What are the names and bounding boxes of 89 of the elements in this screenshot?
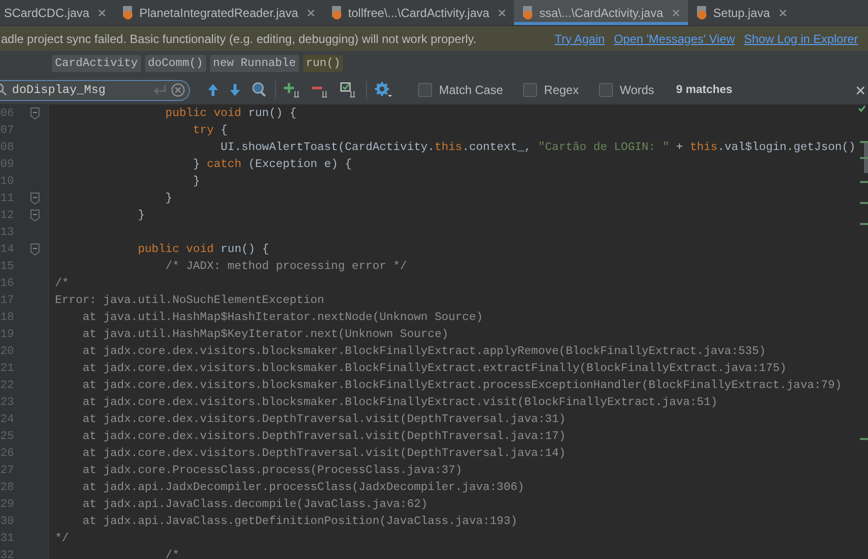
fold-icon[interactable] <box>30 243 40 256</box>
change-marker[interactable] <box>860 223 868 225</box>
notification-link[interactable]: Open 'Messages' View <box>614 32 735 46</box>
code-text: at jadx.core.dex.visitors.DepthTraversal.visit(DepthTraversal.java:31) <box>82 413 566 426</box>
fold-icon[interactable] <box>30 192 40 205</box>
code-text: run() { <box>220 243 269 256</box>
option-label[interactable]: Regex <box>544 83 579 97</box>
code-text: public void <box>138 243 214 256</box>
option-label[interactable]: Words <box>620 83 654 97</box>
code-text: at jadx.api.JadxDecompiler.processClass(JadxDecompiler.java:306) <box>82 481 524 494</box>
code-text: (Exception e) { <box>248 158 352 171</box>
gear-icon[interactable] <box>375 82 393 98</box>
file-tab[interactable]: ssa\...\CardActivity.java <box>514 0 688 25</box>
code-text: + <box>676 141 684 154</box>
code-text: /* <box>55 277 69 290</box>
notification-text: adle project sync failed. Basic functionality (e.g. editing, debugging) will not work properly. <box>1 32 476 46</box>
code-text: at jadx.core.dex.visitors.DepthTraversal.visit(DepthTraversal.java:14) <box>82 447 566 460</box>
code-text: Error: java.util.NoSuchElementException <box>55 294 324 307</box>
breadcrumb[interactable]: run() <box>302 55 344 72</box>
close-icon[interactable] <box>856 86 865 94</box>
code-text: UI.showAlertToast(CardActivity. <box>220 141 435 154</box>
match-count: 9 matches <box>676 84 732 96</box>
code-text: at jadx.core.dex.visitors.blocksmaker.BlockFinallyExtract.applyRemove(BlockFinallyExtract.java:535) <box>82 345 766 358</box>
fold-icon[interactable] <box>30 209 40 222</box>
fold-icon[interactable] <box>30 107 40 120</box>
change-marker[interactable] <box>860 438 868 440</box>
code-text: at java.util.HashMap$KeyIterator.next(Unknown Source) <box>82 328 448 341</box>
code-text: } <box>193 175 200 188</box>
code-text: at jadx.core.dex.visitors.blocksmaker.BlockFinallyExtract.processExceptionHandler(BlockFinallyExtract.java:79) <box>82 379 842 392</box>
change-marker[interactable] <box>860 202 868 204</box>
file-tab[interactable]: Setup.java <box>688 0 795 25</box>
arrow-up-icon[interactable] <box>207 82 219 98</box>
code-text: } <box>165 192 172 205</box>
select-all-icon[interactable] <box>340 82 358 98</box>
code-text: .val$login.getJson() <box>718 141 856 154</box>
code-text: at jadx.core.dex.visitors.blocksmaker.BlockFinallyExtract.visit(BlockFinallyExtract.java:51) <box>82 396 718 409</box>
code-text: "Cartão de LOGIN: " <box>538 141 670 154</box>
check-icon <box>858 105 866 112</box>
arrow-down-icon[interactable] <box>229 82 241 98</box>
code-text: at jadx.core.dex.visitors.DepthTraversal.visit(DepthTraversal.java:17) <box>82 430 566 443</box>
checkbox[interactable] <box>418 83 432 97</box>
checkbox[interactable] <box>523 83 538 97</box>
close-icon[interactable] <box>778 8 787 16</box>
code-text: public void <box>165 107 242 120</box>
change-marker[interactable] <box>860 141 868 143</box>
close-icon[interactable] <box>98 8 106 16</box>
checkbox[interactable] <box>598 83 613 97</box>
code-text: /* JADX: method processing error */ <box>165 260 407 273</box>
file-tab[interactable]: SCardCDC.java <box>0 0 114 25</box>
code-text: this <box>690 141 718 154</box>
change-marker[interactable] <box>860 181 868 183</box>
code-text: .context_, <box>462 141 532 154</box>
code-text: at jadx.core.dex.visitors.blocksmaker.BlockFinallyExtract.extractFinally(BlockFinallyExtract.java:175) <box>82 362 787 375</box>
notification-link[interactable]: Show Log in Explorer <box>744 32 858 46</box>
search-icon <box>0 83 8 97</box>
code-text: } <box>138 209 145 222</box>
file-tab[interactable]: PlanetaIntegratedReader.java <box>114 0 324 25</box>
code-text: } <box>193 158 201 171</box>
code-text: catch <box>206 158 242 171</box>
return-arrow-icon <box>153 84 167 96</box>
java-file-icon <box>696 6 708 20</box>
notification-link[interactable]: Try Again <box>554 32 605 46</box>
search-input[interactable]: doDisplay_Msg <box>12 83 149 97</box>
search-field[interactable]: doDisplay_Msg <box>0 80 190 100</box>
close-icon[interactable] <box>672 8 680 16</box>
code-text: at java.util.HashMap$HashIterator.nextNode(Unknown Source) <box>82 311 483 324</box>
java-file-icon <box>122 6 134 20</box>
code-text: try <box>193 124 214 137</box>
option-label[interactable]: Match Case <box>439 83 504 97</box>
code-text: { <box>220 124 228 137</box>
code-text: /* <box>165 549 180 559</box>
change-marker[interactable] <box>860 157 868 159</box>
file-tab[interactable]: tollfree\...\CardActivity.java <box>323 0 514 25</box>
code-text: at jadx.api.JavaClass.getDefinitionPosition(JavaClass.java:193) <box>82 515 518 528</box>
breadcrumb[interactable]: new Runnable <box>210 55 299 72</box>
code-text: at jadx.core.ProcessClass.process(ProcessClass.java:37) <box>82 464 462 477</box>
breadcrumb[interactable]: CardActivity <box>52 55 141 72</box>
close-icon[interactable] <box>498 8 506 16</box>
code-text: this <box>434 141 462 154</box>
close-icon[interactable] <box>307 8 316 16</box>
java-file-icon <box>522 6 534 20</box>
java-file-icon <box>331 6 344 20</box>
code-text: run() { <box>248 107 297 120</box>
breadcrumb[interactable]: doComm() <box>144 55 206 72</box>
clear-icon <box>171 83 185 97</box>
add-selection-icon[interactable] <box>284 82 302 98</box>
find-all-icon[interactable] <box>251 82 267 98</box>
code-text: at jadx.api.JavaClass.decompile(JavaClass.java:62) <box>82 498 428 511</box>
code-text: */ <box>55 532 69 545</box>
